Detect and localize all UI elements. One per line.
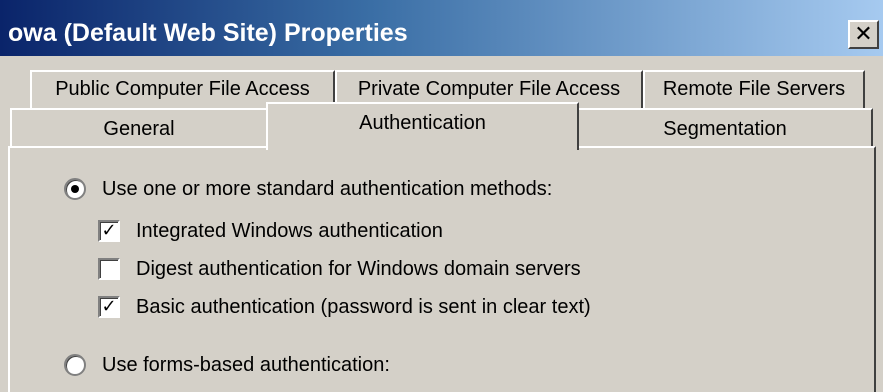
title-bar[interactable]: owa (Default Web Site) Properties ✕	[0, 0, 883, 56]
close-button[interactable]: ✕	[848, 20, 879, 49]
tab-label: General	[103, 118, 175, 140]
tab-label: Authentication	[359, 112, 486, 134]
radio-selected-dot	[71, 185, 79, 193]
integrated-windows-auth-checkbox[interactable]: ✓	[98, 220, 120, 242]
tab-authentication[interactable]: Authentication	[266, 102, 579, 150]
tab-label: Remote File Servers	[662, 78, 846, 100]
check-mark-icon: ✓	[101, 296, 117, 317]
standard-auth-radio[interactable]	[64, 178, 86, 200]
standard-auth-label[interactable]: Use one or more standard authentication …	[102, 177, 552, 201]
basic-auth-label[interactable]: Basic authentication (password is sent i…	[136, 295, 591, 319]
digest-auth-label[interactable]: Digest authentication for Windows domain…	[136, 257, 581, 281]
window-title: owa (Default Web Site) Properties	[8, 19, 408, 47]
digest-auth-checkbox[interactable]	[98, 258, 120, 280]
close-icon: ✕	[854, 22, 873, 47]
basic-auth-checkbox[interactable]: ✓	[98, 296, 120, 318]
tab-segmentation[interactable]: Segmentation	[577, 108, 873, 148]
tab-remote-file-servers[interactable]: Remote File Servers	[643, 70, 865, 110]
check-mark-icon: ✓	[101, 220, 117, 241]
tab-label: Private Computer File Access	[357, 78, 621, 100]
properties-dialog: owa (Default Web Site) Properties ✕ Publ…	[0, 0, 883, 392]
forms-auth-label[interactable]: Use forms-based authentication:	[102, 353, 390, 377]
authentication-panel: Use one or more standard authentication …	[8, 146, 876, 392]
tab-label: Public Computer File Access	[55, 78, 310, 100]
tab-label: Segmentation	[663, 118, 787, 140]
forms-auth-radio[interactable]	[64, 354, 86, 376]
integrated-windows-auth-label[interactable]: Integrated Windows authentication	[136, 219, 443, 243]
tab-general[interactable]: General	[10, 108, 268, 148]
